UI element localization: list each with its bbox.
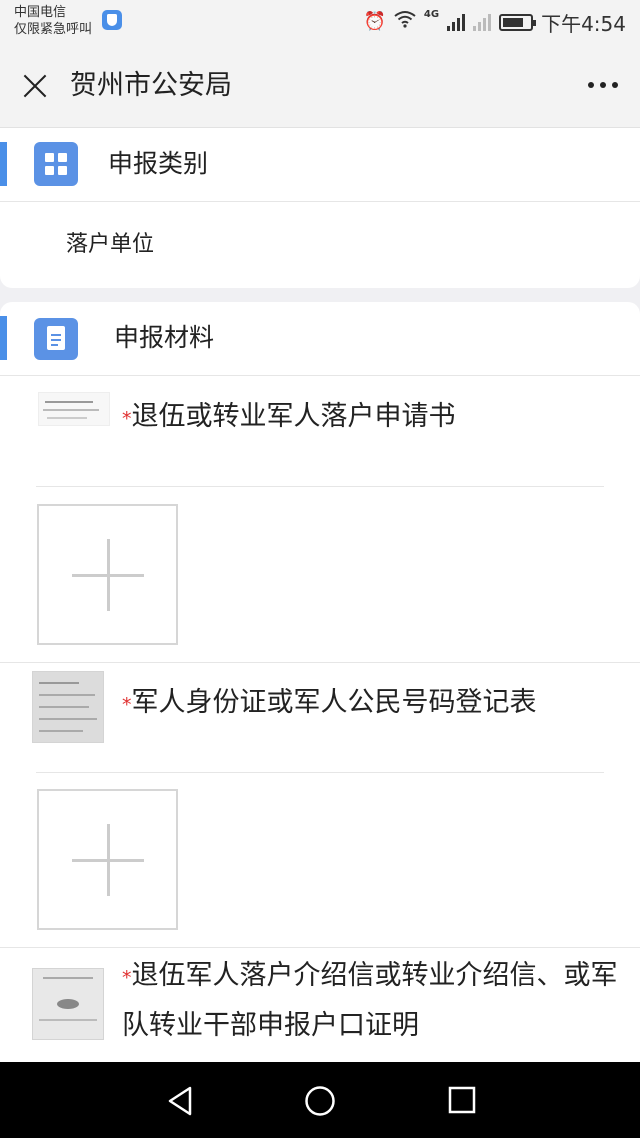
signal-icon xyxy=(447,13,466,31)
clock: 下午4:54 xyxy=(541,11,626,36)
battery-icon xyxy=(499,13,537,31)
material-title: *军人身份证或军人公民号码登记表 xyxy=(122,679,622,729)
more-icon[interactable] xyxy=(588,82,618,88)
wifi-icon xyxy=(394,10,416,34)
status-bar: 中国电信 仅限紧急呼叫 ⏰ 4G 下午4:54 xyxy=(0,0,640,44)
category-value-row[interactable]: 落户单位 xyxy=(0,202,640,288)
material-item: *军人身份证或军人公民号码登记表 xyxy=(0,663,640,948)
carrier-note: 仅限紧急呼叫 xyxy=(14,22,93,37)
category-title: 申报类别 xyxy=(108,149,209,178)
required-mark: * xyxy=(122,967,132,989)
required-mark: * xyxy=(122,408,132,430)
close-icon[interactable] xyxy=(20,71,50,101)
nav-bar: 贺州市公安局 xyxy=(0,44,640,128)
category-header: 申报类别 xyxy=(0,128,640,202)
plus-icon xyxy=(72,824,144,896)
category-value: 落户单位 xyxy=(66,232,155,257)
divider xyxy=(36,772,604,773)
upload-button[interactable] xyxy=(37,504,178,645)
document-icon xyxy=(34,318,78,360)
material-title: *退伍或转业军人落户申请书 xyxy=(122,393,622,443)
material-label: 军人身份证或军人公民号码登记表 xyxy=(131,687,537,718)
page-title: 贺州市公安局 xyxy=(70,70,232,101)
upload-button[interactable] xyxy=(37,789,178,930)
required-mark: * xyxy=(122,694,132,716)
grid-icon xyxy=(34,142,78,186)
shield-icon xyxy=(102,10,122,30)
document-thumbnail[interactable] xyxy=(38,392,110,426)
signal-secondary-icon xyxy=(473,13,492,31)
home-icon[interactable] xyxy=(304,1085,336,1117)
back-icon[interactable] xyxy=(166,1086,194,1116)
material-item: *退伍或转业军人落户申请书 xyxy=(0,377,640,663)
system-navigation-bar xyxy=(0,1062,640,1138)
materials-card: 申报材料 *退伍或转业军人落户申请书 *军人身份证或军人公民号码登记表 *退伍军… xyxy=(0,302,640,1072)
status-icons: ⏰ 4G 下午4:54 xyxy=(363,9,626,36)
material-label: 退伍军人落户介绍信或转业介绍信、或军队转业干部申报户口证明 xyxy=(122,960,618,1041)
materials-header: 申报材料 xyxy=(0,302,640,376)
alarm-icon: ⏰ xyxy=(363,11,386,32)
section-accent xyxy=(0,142,7,186)
document-thumbnail[interactable] xyxy=(32,968,104,1040)
material-item: *退伍军人落户介绍信或转业介绍信、或军队转业干部申报户口证明 xyxy=(0,948,640,1072)
material-title: *退伍军人落户介绍信或转业介绍信、或军队转业干部申报户口证明 xyxy=(122,952,622,1050)
section-accent xyxy=(0,316,7,360)
category-card: 申报类别 落户单位 xyxy=(0,128,640,288)
carrier-name: 中国电信 xyxy=(14,5,67,20)
material-label: 退伍或转业军人落户申请书 xyxy=(131,401,456,432)
recent-apps-icon[interactable] xyxy=(448,1086,476,1114)
network-type: 4G xyxy=(423,9,440,20)
plus-icon xyxy=(72,539,144,611)
document-thumbnail[interactable] xyxy=(32,671,104,743)
carrier-info: 中国电信 仅限紧急呼叫 xyxy=(14,4,92,38)
divider xyxy=(36,486,604,487)
materials-title: 申报材料 xyxy=(114,323,215,352)
